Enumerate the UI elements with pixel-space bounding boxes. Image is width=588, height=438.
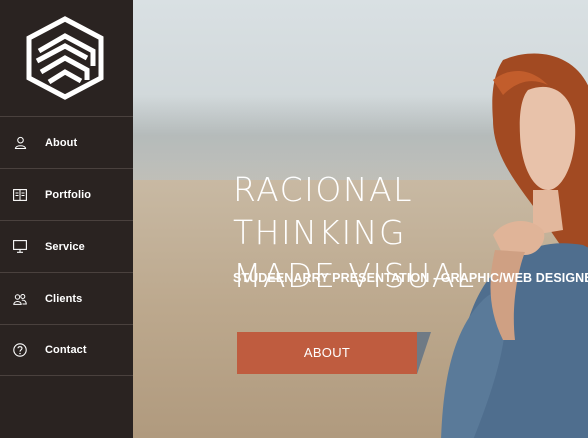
sidebar-item-about[interactable]: About <box>0 116 133 168</box>
logo-icon[interactable] <box>25 16 105 100</box>
sidebar-item-label: Clients <box>45 292 83 305</box>
about-button[interactable]: ABOUT <box>237 332 431 374</box>
portfolio-icon <box>13 188 27 202</box>
sidebar-item-contact[interactable]: Contact <box>0 324 133 376</box>
help-icon <box>13 343 27 357</box>
sidebar-item-label: Portfolio <box>45 188 92 201</box>
hero-headline-line1: RACIONAL THINKING <box>233 170 413 252</box>
hero-subtitle: STUDEENARRY PRESENTATION - GRAPHIC/WEB D… <box>233 271 588 285</box>
sidebar-item-portfolio[interactable]: Portfolio <box>0 168 133 220</box>
sidebar-item-service[interactable]: Service <box>0 220 133 272</box>
sidebar-item-label: Contact <box>45 344 87 356</box>
sidebar-item-label: Service <box>45 240 85 253</box>
user-icon <box>13 136 27 150</box>
hero-section: RACIONAL THINKING MADE VISUAL STUDEENARR… <box>133 0 588 438</box>
clients-icon <box>13 292 27 306</box>
sidebar-nav: About Portfolio Service Clients Contact <box>0 116 133 376</box>
sidebar-item-label: About <box>45 136 78 149</box>
sidebar-item-clients[interactable]: Clients <box>0 272 133 324</box>
about-button-label: ABOUT <box>303 345 351 360</box>
sidebar: About Portfolio Service Clients Contact <box>0 0 133 438</box>
monitor-icon <box>13 240 27 254</box>
